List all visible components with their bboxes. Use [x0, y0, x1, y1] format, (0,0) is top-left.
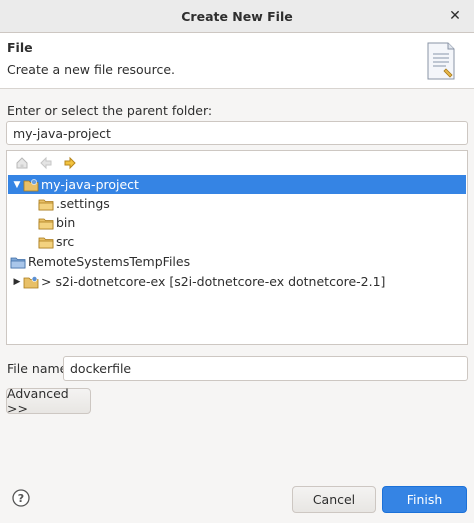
tree-item-bin[interactable]: bin: [8, 213, 466, 232]
tree-item-label: .settings: [56, 196, 110, 211]
git-project-icon: [23, 275, 39, 288]
parent-folder-label: Enter or select the parent folder:: [7, 103, 213, 118]
forward-arrow-icon[interactable]: [61, 154, 79, 172]
help-icon[interactable]: ?: [12, 489, 30, 507]
parent-folder-value: my-java-project: [13, 125, 111, 141]
tree-item-label: > s2i-dotnetcore-ex [s2i-dotnetcore-ex d…: [41, 274, 386, 289]
file-name-input[interactable]: dockerfile: [63, 356, 468, 381]
advanced-button[interactable]: Advanced >>: [6, 386, 91, 416]
expand-arrow-icon[interactable]: ▼: [11, 179, 23, 191]
header-title: File: [7, 40, 33, 55]
folder-tree[interactable]: ▼ my-java-project .settings bin src Remo…: [6, 150, 468, 345]
svg-text:?: ?: [18, 492, 24, 505]
folder-icon: [38, 199, 54, 210]
title-bar: Create New File ✕: [0, 0, 474, 33]
home-icon[interactable]: [13, 154, 31, 172]
close-icon[interactable]: ✕: [446, 7, 464, 25]
folder-icon: [38, 218, 54, 229]
wizard-header: File Create a new file resource.: [0, 33, 474, 89]
cancel-button[interactable]: Cancel: [292, 486, 376, 513]
tree-item-label: bin: [56, 215, 76, 230]
dialog-title: Create New File: [181, 8, 293, 24]
folder-icon: [38, 237, 54, 248]
tree-item-src[interactable]: src: [8, 232, 466, 251]
tree-item-my-java-project[interactable]: ▼ my-java-project: [8, 175, 466, 194]
finish-button[interactable]: Finish: [382, 486, 467, 513]
parent-folder-input[interactable]: my-java-project: [6, 121, 468, 145]
tree-item-remote-systems-temp-files[interactable]: RemoteSystemsTempFiles: [8, 252, 466, 271]
tree-item-label: src: [56, 234, 75, 249]
tree-toolbar: [13, 154, 79, 172]
tree-item-label: my-java-project: [41, 177, 139, 192]
file-name-label: File name:: [7, 361, 72, 376]
tree-item-settings[interactable]: .settings: [8, 194, 466, 213]
back-arrow-icon[interactable]: [37, 154, 55, 172]
project-icon: [23, 178, 39, 191]
file-name-value: dockerfile: [70, 361, 132, 376]
project-folder-icon: [10, 257, 26, 268]
new-file-wizard-icon: [427, 42, 455, 80]
tree-item-label: RemoteSystemsTempFiles: [28, 254, 191, 269]
collapse-arrow-icon[interactable]: ▶: [11, 276, 23, 288]
tree-item-s2i-dotnetcore-ex[interactable]: ▶ > s2i-dotnetcore-ex [s2i-dotnetcore-ex…: [8, 272, 466, 291]
header-description: Create a new file resource.: [7, 62, 175, 77]
